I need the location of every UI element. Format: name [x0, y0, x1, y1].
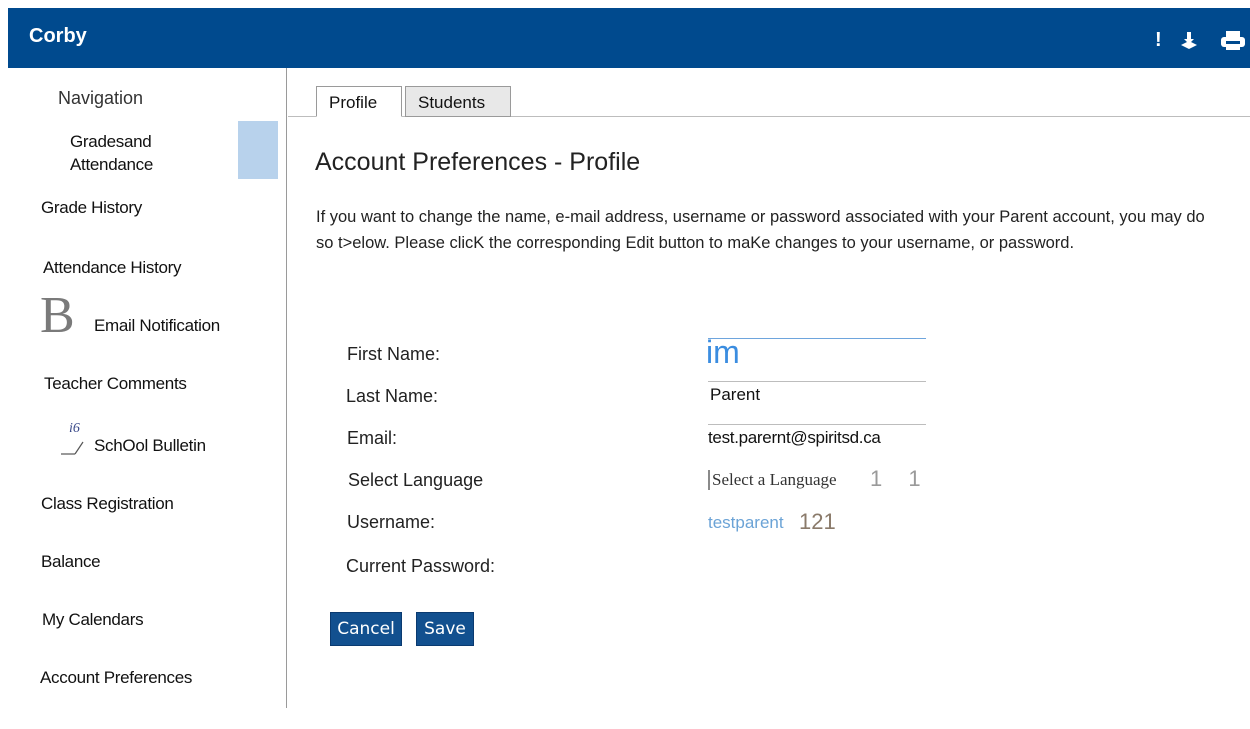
alert-icon[interactable]: !: [1155, 30, 1162, 50]
last-name-label: Last Name:: [346, 386, 439, 406]
sidebar-item-my-calendars[interactable]: My Calendars: [42, 610, 144, 630]
sidebar-item-school-bulletin[interactable]: SchOol Bulletin: [94, 436, 206, 456]
print-icon[interactable]: [1220, 30, 1246, 52]
bulletin-icon: i6: [61, 418, 91, 456]
tab-students[interactable]: Students: [405, 86, 511, 117]
current-password-label: Current Password:: [346, 556, 496, 576]
language-select-suffix[interactable]: 1 1: [870, 466, 931, 492]
last-name-underline: [708, 381, 926, 382]
language-label: Select Language: [348, 470, 484, 490]
sidebar-item-attendance-history[interactable]: Attendance History: [43, 258, 182, 278]
intro-text: If you want to change the name, e-mail a…: [316, 208, 1205, 252]
email-field[interactable]: test.parernt@spiritsd.ca: [708, 428, 881, 448]
username-value: testparent: [708, 513, 784, 532]
first-name-label: First Name:: [347, 344, 441, 364]
username-label: Username:: [347, 512, 436, 532]
email-notification-glyph: B: [40, 287, 75, 344]
sidebar-item-email-notification[interactable]: Email Notification: [94, 316, 220, 336]
cancel-button[interactable]: Cancel: [330, 612, 402, 646]
sidebar-item-balance[interactable]: Balance: [41, 552, 101, 572]
sidebar-item-teacher-comments[interactable]: Teacher Comments: [44, 374, 187, 394]
app-title: Corby: [29, 25, 87, 47]
email-label: Email:: [347, 428, 398, 448]
last-name-field[interactable]: Parent: [710, 385, 760, 405]
save-button[interactable]: Save: [416, 612, 474, 646]
sidebar: Navigation Gradesand Attendance Grade Hi…: [8, 68, 287, 708]
page-title: Account Preferences - Profile: [315, 148, 641, 176]
bulletin-glyph-text: i6: [69, 421, 80, 436]
download-icon[interactable]: [1178, 30, 1200, 52]
top-header-bar: Corby !: [8, 8, 1250, 68]
sidebar-item-grades-attendance[interactable]: Gradesand Attendance: [70, 130, 230, 176]
sidebar-item-account-preferences[interactable]: Account Preferences: [40, 668, 192, 688]
sidebar-item-class-registration[interactable]: Class Registration: [41, 494, 174, 514]
username-suffix: 121: [799, 509, 836, 534]
sidebar-item-grade-history[interactable]: Grade History: [41, 198, 142, 218]
first-name-field[interactable]: im: [706, 332, 740, 372]
language-select[interactable]: Select a Language: [708, 470, 837, 490]
active-item-highlight: [238, 121, 278, 179]
email-underline: [708, 424, 926, 425]
navigation-heading: Navigation: [58, 88, 144, 108]
first-name-underline: [708, 338, 926, 339]
tab-profile[interactable]: Profile: [316, 86, 402, 117]
